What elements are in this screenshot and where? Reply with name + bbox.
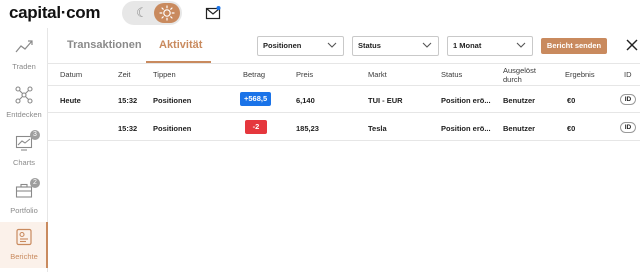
capital-com-logo[interactable]: capital·com — [9, 3, 100, 23]
table-header: Datum Zeit Tippen Betrag Preis Markt Sta… — [48, 64, 640, 86]
status-filter-value: Status — [358, 41, 381, 50]
report-toolbar: Transaktionen Aktivität Positionen Statu… — [48, 28, 640, 64]
sidebar-item-entdecken[interactable]: Entdecken — [0, 80, 48, 124]
column-header-time[interactable]: Zeit — [118, 70, 131, 79]
status-filter-dropdown[interactable]: Status — [352, 36, 439, 56]
column-header-status[interactable]: Status — [441, 70, 462, 79]
cell-type: Positionen — [153, 96, 192, 105]
cell-type: Positionen — [153, 124, 192, 133]
tab-transaktionen[interactable]: Transaktionen — [67, 39, 142, 51]
cell-triggered-by: Benutzer — [503, 124, 536, 133]
sun-icon — [159, 5, 175, 21]
column-header-result[interactable]: Ergebnis — [565, 70, 595, 79]
column-header-type[interactable]: Tippen — [153, 70, 176, 79]
cell-triggered-by: Benutzer — [503, 96, 536, 105]
sidebar-item-label: Traden — [12, 62, 36, 71]
id-button[interactable]: ID — [620, 94, 636, 105]
type-filter-dropdown[interactable]: Positionen — [257, 36, 344, 56]
cell-market: Tesla — [368, 124, 387, 133]
chevron-down-icon — [516, 42, 526, 48]
light-theme-option[interactable] — [154, 3, 180, 23]
period-filter-value: 1 Monat — [453, 41, 482, 50]
sidebar-item-portfolio[interactable]: 2 Portfolio — [0, 176, 48, 220]
moon-icon[interactable]: ☾ — [134, 5, 150, 21]
cell-status: Position erö... — [441, 96, 491, 105]
sidebar-item-charts[interactable]: 3 Charts — [0, 128, 48, 172]
tab-aktivitaet[interactable]: Aktivität — [159, 39, 202, 51]
top-bar: capital·com ☾ — [0, 0, 640, 28]
send-report-button[interactable]: Bericht senden — [541, 38, 607, 54]
cell-market: TUI - EUR — [368, 96, 403, 105]
column-header-id[interactable]: ID — [624, 70, 632, 79]
column-header-date[interactable]: Datum — [60, 70, 82, 79]
sidebar-item-traden[interactable]: Traden — [0, 32, 48, 76]
column-header-price[interactable]: Preis — [296, 70, 313, 79]
type-filter-value: Positionen — [263, 41, 302, 50]
charts-badge: 3 — [30, 130, 40, 140]
active-tab-indicator — [146, 61, 211, 63]
network-nodes-icon — [15, 86, 33, 104]
sidebar-item-label: Berichte — [10, 252, 38, 261]
cell-result: €0 — [567, 124, 576, 133]
trend-line-icon — [15, 40, 33, 53]
table-row[interactable]: 15:32 Positionen -2 185,23 Tesla Positio… — [48, 114, 640, 141]
cell-price: 185,23 — [296, 124, 319, 133]
cell-amount-badge: -2 — [245, 120, 267, 134]
chevron-down-icon — [327, 42, 337, 48]
cell-time: 15:32 — [118, 124, 138, 133]
sidebar-item-label: Charts — [12, 158, 36, 167]
period-filter-dropdown[interactable]: 1 Monat — [447, 36, 533, 56]
id-button[interactable]: ID — [620, 122, 636, 133]
sidebar-item-label: Entdecken — [6, 110, 42, 119]
table-row[interactable]: Heute 15:32 Positionen +568,5 6,140 TUI … — [48, 86, 640, 113]
report-icon — [16, 228, 32, 246]
sidebar: Traden Entdecken 3 Charts 2 Portfolio Be… — [0, 28, 48, 272]
portfolio-badge: 2 — [30, 178, 40, 188]
column-header-triggered-by[interactable]: Ausgelöst durch — [503, 66, 543, 84]
cell-time: 15:32 — [118, 96, 138, 105]
sidebar-item-label: Portfolio — [10, 206, 38, 215]
mail-icon[interactable] — [205, 5, 221, 21]
close-icon[interactable] — [626, 39, 638, 51]
cell-status: Position erö... — [441, 124, 491, 133]
cell-date: Heute — [60, 96, 81, 105]
column-header-market[interactable]: Markt — [368, 70, 387, 79]
cell-amount-badge: +568,5 — [240, 92, 272, 106]
cell-price: 6,140 — [296, 96, 315, 105]
cell-result: €0 — [567, 96, 576, 105]
column-header-amount[interactable]: Betrag — [243, 70, 265, 79]
theme-toggle[interactable]: ☾ — [122, 1, 182, 25]
chevron-down-icon — [422, 42, 432, 48]
sidebar-item-berichte[interactable]: Berichte — [0, 222, 48, 268]
